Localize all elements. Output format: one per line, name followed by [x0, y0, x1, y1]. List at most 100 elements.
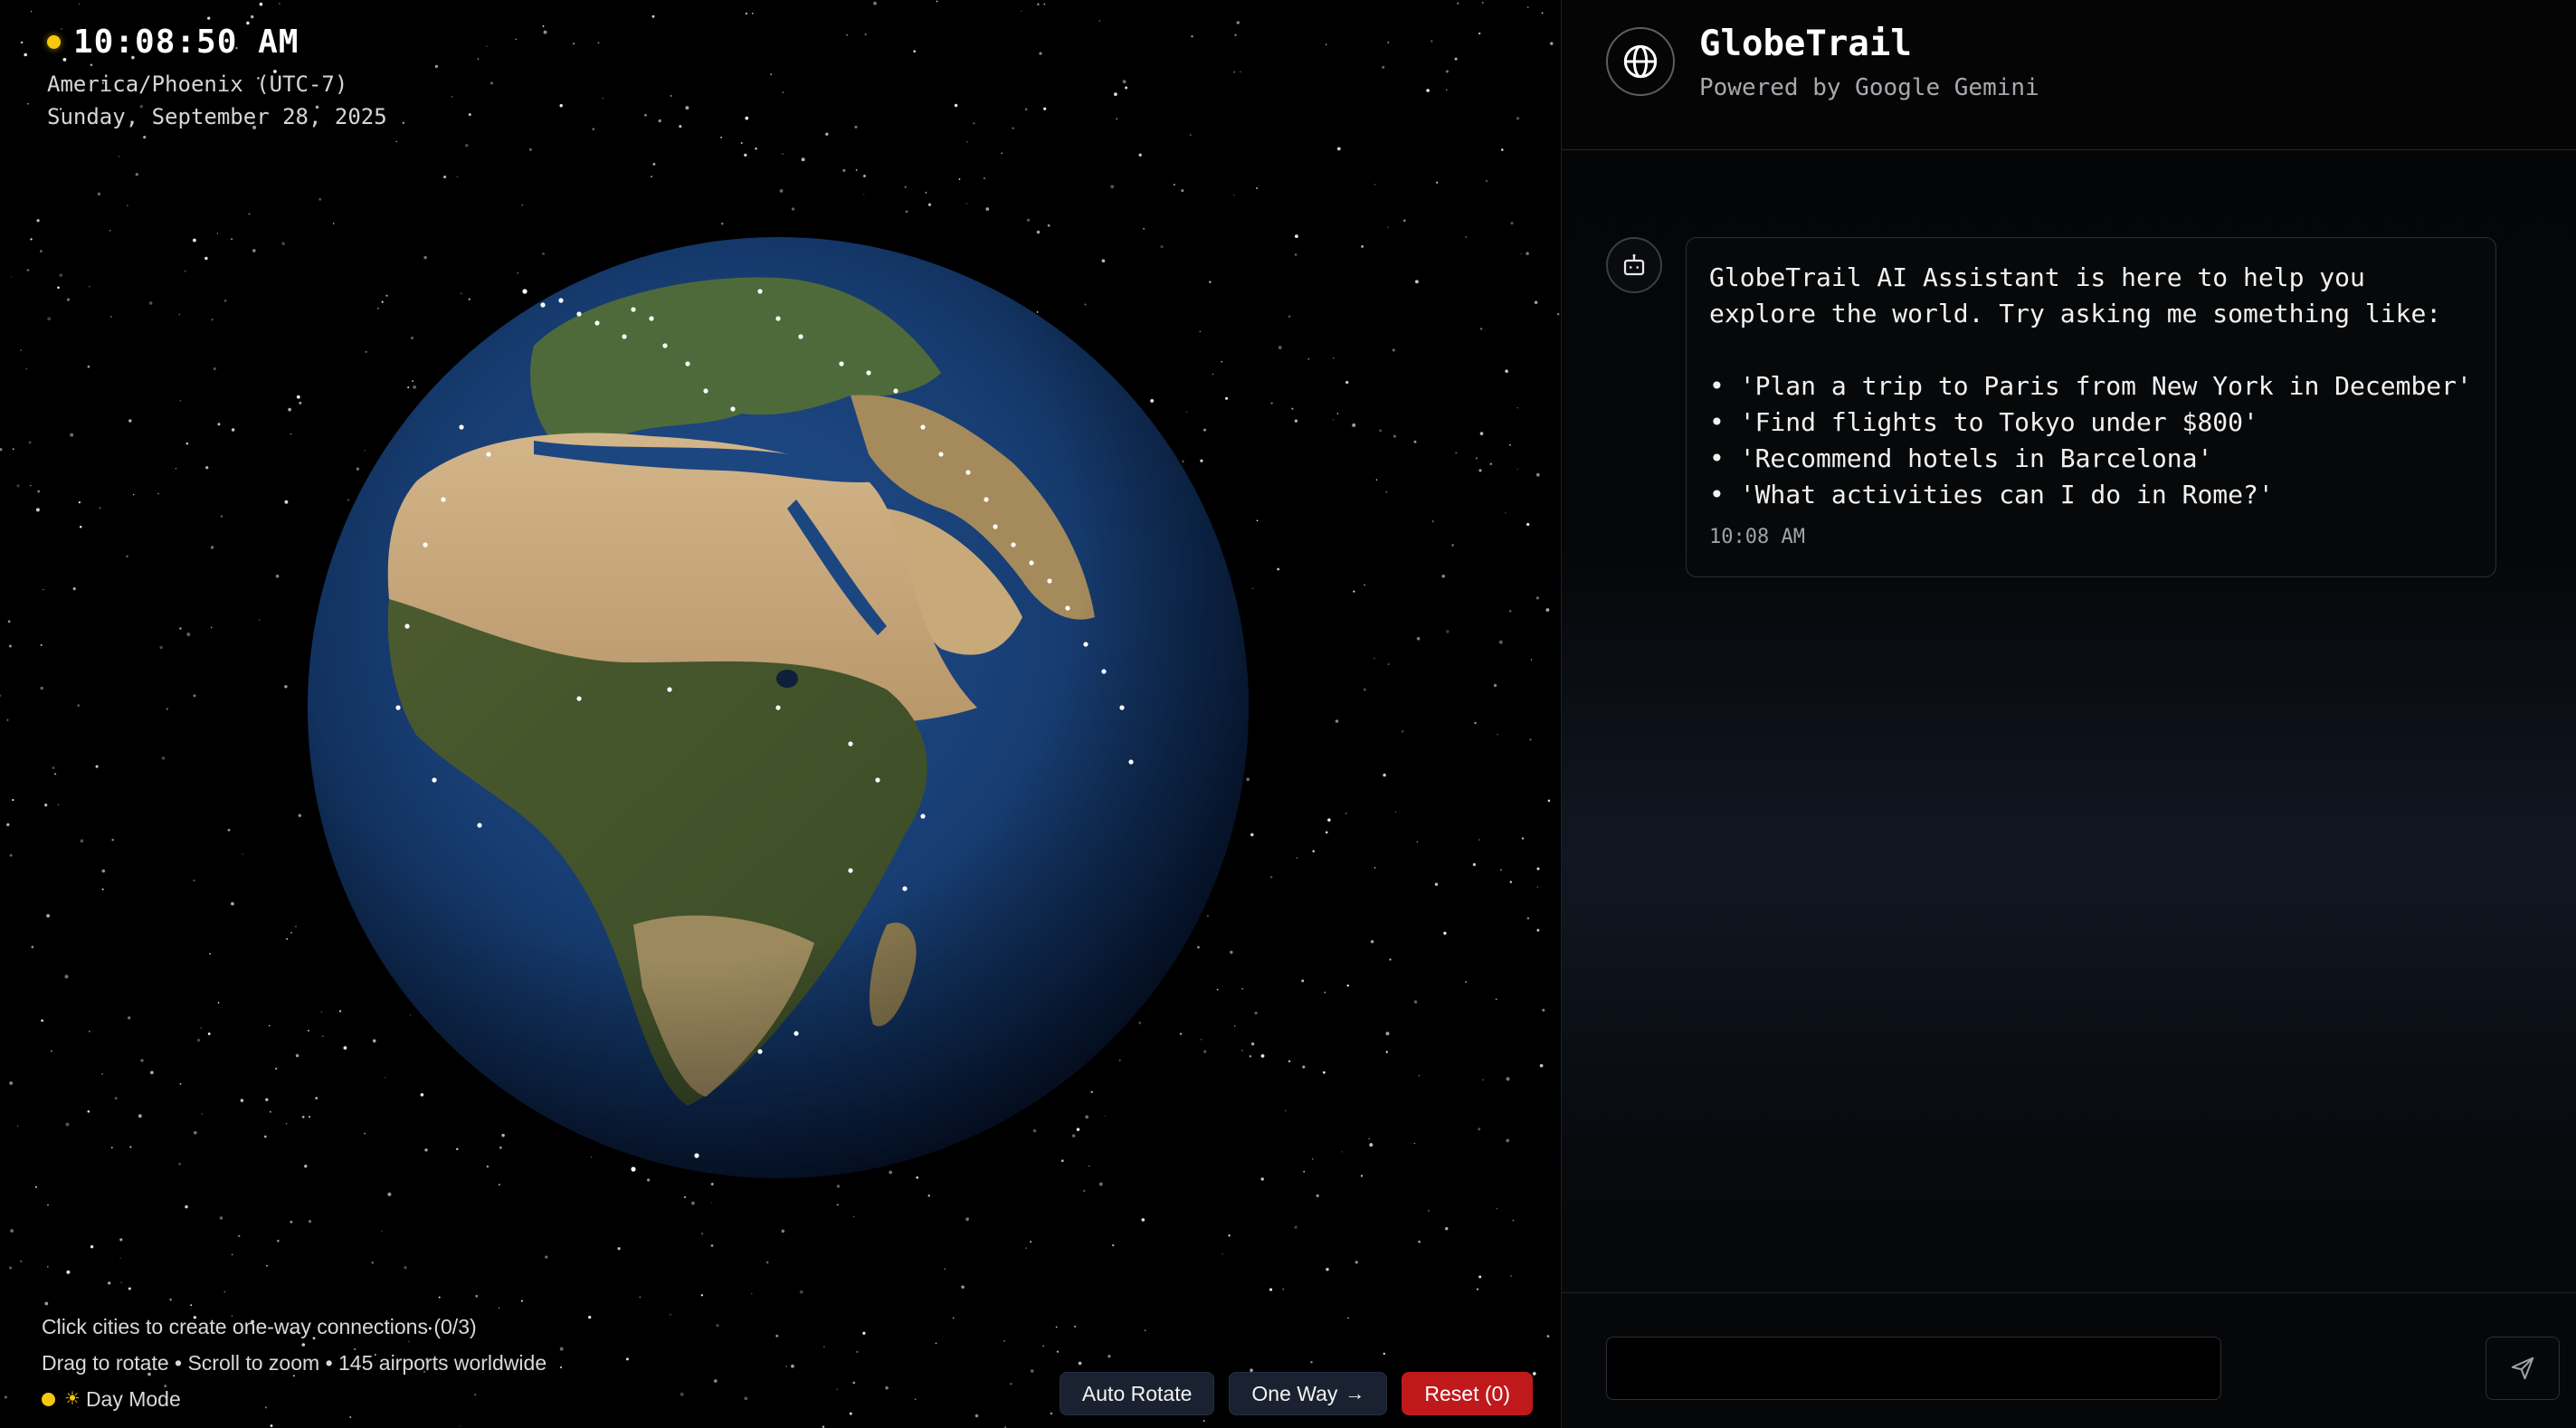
airport-marker[interactable] — [848, 868, 853, 873]
airport-marker[interactable] — [798, 334, 803, 339]
globe-stage[interactable]: 10:08:50 AM America/Phoenix (UTC-7) Sund… — [0, 0, 1561, 1428]
star — [20, 349, 22, 351]
star — [1526, 252, 1529, 255]
star — [304, 1165, 308, 1168]
star — [231, 901, 234, 906]
send-button[interactable] — [2486, 1337, 2560, 1400]
airport-marker[interactable] — [984, 497, 989, 502]
star — [1055, 1326, 1058, 1328]
star — [101, 869, 106, 873]
airport-marker[interactable] — [694, 1153, 699, 1158]
airport-marker[interactable] — [920, 424, 926, 430]
star — [597, 42, 600, 44]
airport-marker[interactable] — [486, 452, 491, 457]
globe[interactable] — [271, 201, 1285, 1214]
star — [1496, 1207, 1498, 1210]
star — [120, 1281, 123, 1284]
airport-marker[interactable] — [522, 289, 528, 294]
star — [1486, 180, 1488, 182]
airport-marker[interactable] — [441, 497, 446, 502]
star — [559, 1347, 564, 1351]
airport-marker[interactable] — [794, 1031, 799, 1036]
airport-marker[interactable] — [775, 316, 781, 321]
star — [1493, 683, 1497, 688]
star — [178, 1162, 181, 1166]
star — [1441, 575, 1445, 578]
airport-marker[interactable] — [993, 524, 998, 529]
one-way-button[interactable]: One Way → — [1229, 1372, 1388, 1415]
airport-marker[interactable] — [667, 687, 672, 692]
airport-marker[interactable] — [938, 452, 944, 457]
star — [1254, 1011, 1258, 1015]
airport-marker[interactable] — [649, 316, 654, 321]
star — [237, 1234, 241, 1238]
airport-marker[interactable] — [965, 470, 971, 475]
star — [31, 946, 34, 948]
star — [716, 1324, 719, 1328]
suggestion-item: • 'Plan a trip to Paris from New York in… — [1709, 371, 2472, 401]
airport-marker[interactable] — [576, 696, 582, 701]
airport-marker[interactable] — [558, 298, 564, 303]
airport-marker[interactable] — [631, 307, 636, 312]
airport-marker[interactable] — [477, 823, 482, 828]
star — [958, 178, 961, 180]
airport-marker[interactable] — [423, 542, 428, 547]
airport-marker[interactable] — [594, 320, 600, 326]
airport-marker[interactable] — [775, 705, 781, 710]
airport-marker[interactable] — [1065, 605, 1070, 611]
airport-marker[interactable] — [848, 741, 853, 747]
chat-input[interactable] — [1606, 1337, 2221, 1400]
airport-marker[interactable] — [757, 1049, 763, 1054]
airport-marker[interactable] — [1101, 669, 1107, 674]
star — [700, 1233, 704, 1235]
star — [1465, 981, 1467, 983]
airport-marker[interactable] — [1119, 705, 1125, 710]
airport-marker[interactable] — [685, 361, 690, 367]
airport-marker[interactable] — [540, 302, 546, 308]
airport-marker[interactable] — [1083, 642, 1088, 647]
reset-button[interactable]: Reset (0) — [1402, 1372, 1533, 1415]
star — [166, 708, 168, 710]
airport-marker[interactable] — [1011, 542, 1016, 547]
airport-marker[interactable] — [622, 334, 627, 339]
airport-marker[interactable] — [1029, 560, 1034, 566]
star — [371, 1261, 374, 1264]
star — [1394, 811, 1397, 813]
airport-marker[interactable] — [459, 424, 464, 430]
star — [126, 555, 128, 557]
star — [1516, 468, 1518, 471]
airport-marker[interactable] — [893, 388, 898, 394]
star — [1030, 1241, 1032, 1243]
star — [559, 1366, 563, 1369]
star — [1526, 917, 1530, 920]
star — [1418, 1074, 1421, 1077]
airport-marker[interactable] — [1128, 759, 1134, 765]
hint-connections: Click cities to create one-way connectio… — [42, 1315, 477, 1338]
airport-marker[interactable] — [576, 311, 582, 317]
airport-marker[interactable] — [662, 343, 668, 348]
airport-marker[interactable] — [404, 624, 410, 629]
airport-marker[interactable] — [757, 289, 763, 294]
airport-marker[interactable] — [875, 777, 880, 783]
airport-marker[interactable] — [902, 886, 908, 891]
star — [26, 269, 30, 271]
earth-globe[interactable] — [308, 237, 1249, 1178]
star — [1191, 35, 1193, 38]
star — [99, 507, 101, 509]
airport-marker[interactable] — [866, 370, 871, 376]
auto-rotate-button[interactable]: Auto Rotate — [1059, 1372, 1215, 1415]
suggestion-item: • 'Recommend hotels in Barcelona' — [1709, 443, 2213, 473]
star — [95, 765, 99, 768]
airport-marker[interactable] — [395, 705, 401, 710]
airport-marker[interactable] — [703, 388, 708, 394]
airport-marker[interactable] — [1047, 578, 1052, 584]
airport-marker[interactable] — [432, 777, 437, 783]
star — [77, 704, 81, 707]
airport-marker[interactable] — [631, 1166, 636, 1172]
star — [486, 45, 488, 48]
star — [670, 1313, 671, 1316]
airport-marker[interactable] — [920, 814, 926, 819]
star — [204, 256, 208, 261]
airport-marker[interactable] — [730, 406, 736, 412]
airport-marker[interactable] — [839, 361, 844, 367]
